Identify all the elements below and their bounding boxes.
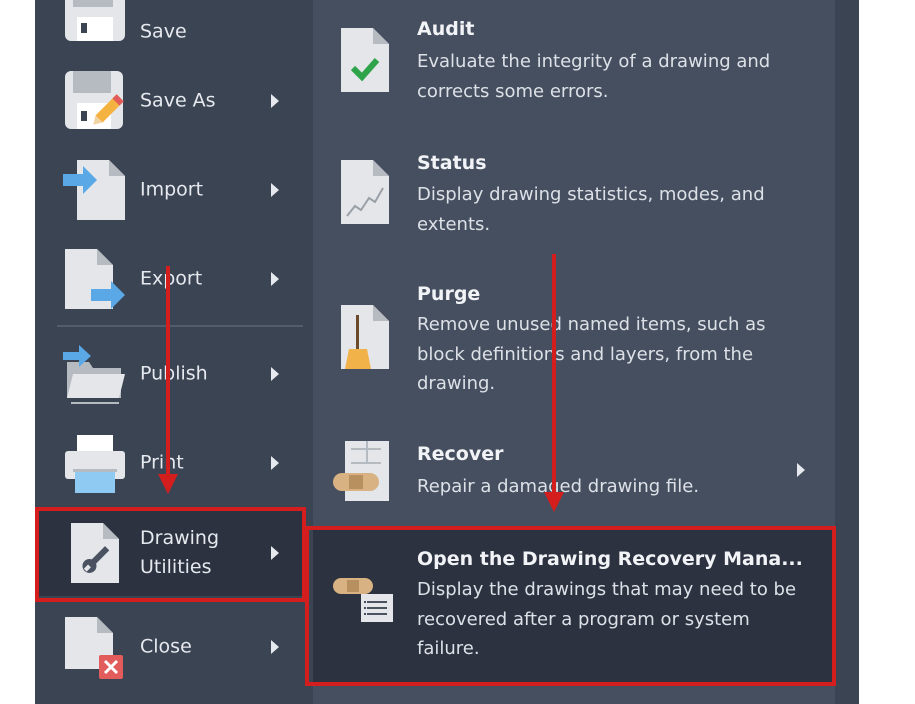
submenu-item-description: Display the drawings that may need to be… <box>417 579 797 659</box>
submenu-item-description: Remove unused named items, such as block… <box>417 314 766 394</box>
menu-item-close[interactable]: Close <box>35 604 305 690</box>
application-menu-left-panel: Save Save As Import Export Publish Print… <box>35 0 305 704</box>
menu-item-drawing-utilities[interactable]: Drawing Utilities <box>35 510 305 596</box>
import-document-icon <box>63 160 125 220</box>
submenu-item-title: Audit <box>417 18 475 40</box>
export-document-icon <box>65 249 125 309</box>
submenu-item-purge[interactable]: Purge Remove unused named items, such as… <box>313 275 835 415</box>
annotation-arrow-line <box>166 266 170 476</box>
submenu-item-drawing-recovery-manager[interactable]: Open the Drawing Recovery Mana... Displa… <box>313 530 835 682</box>
menu-item-label: Save <box>140 20 187 43</box>
purge-broom-icon <box>341 305 389 369</box>
submenu-item-description: Display drawing statistics, modes, and e… <box>417 184 765 235</box>
submenu-arrow-icon <box>271 94 279 108</box>
menu-item-import[interactable]: Import <box>35 147 305 233</box>
submenu-arrow-icon <box>271 183 279 197</box>
close-document-icon <box>65 617 123 679</box>
menu-item-label: Save As <box>140 89 216 112</box>
menu-item-label: Export <box>140 267 203 290</box>
menu-item-save-as[interactable]: Save As <box>35 58 305 144</box>
submenu-item-title: Purge <box>417 283 481 305</box>
submenu-item-title: Open the Drawing Recovery Mana... <box>417 548 803 570</box>
submenu-item-status[interactable]: Status Display drawing statistics, modes… <box>313 140 835 265</box>
menu-separator <box>57 325 303 327</box>
menu-item-label: Close <box>140 635 192 658</box>
recovery-manager-icon <box>333 578 393 622</box>
menu-item-label: Publish <box>140 362 208 385</box>
drawing-utilities-submenu: Audit Evaluate the integrity of a drawin… <box>313 0 835 704</box>
save-disk-icon <box>65 0 125 41</box>
submenu-arrow-icon <box>271 367 279 381</box>
submenu-item-description: Repair a damaged drawing file. <box>417 476 700 497</box>
submenu-arrow-icon <box>271 546 279 560</box>
submenu-item-description: Evaluate the integrity of a drawing and … <box>417 51 771 102</box>
submenu-item-recover[interactable]: Recover Repair a damaged drawing file. <box>313 425 835 515</box>
submenu-arrow-icon <box>271 640 279 654</box>
submenu-item-title: Recover <box>417 443 504 465</box>
audit-check-icon <box>341 28 389 92</box>
submenu-arrow-icon <box>271 272 279 286</box>
submenu-item-title: Status <box>417 152 487 174</box>
printer-icon <box>65 435 125 493</box>
wrench-document-icon <box>71 523 119 583</box>
submenu-arrow-icon <box>797 463 805 477</box>
menu-item-publish[interactable]: Publish <box>35 331 305 417</box>
annotation-arrow-down-icon <box>158 474 178 494</box>
annotation-arrow-down-icon <box>544 492 564 512</box>
submenu-arrow-icon <box>271 456 279 470</box>
annotation-arrow-line <box>552 254 556 494</box>
menu-item-export[interactable]: Export <box>35 236 305 322</box>
recover-bandage-icon <box>333 441 389 501</box>
menu-item-save[interactable]: Save <box>35 0 305 56</box>
publish-folder-icon <box>63 345 125 404</box>
status-chart-icon <box>341 160 389 224</box>
menu-item-label: Import <box>140 178 204 201</box>
submenu-item-audit[interactable]: Audit Evaluate the integrity of a drawin… <box>313 0 835 125</box>
menu-item-label: Drawing Utilities <box>140 527 220 578</box>
save-as-disk-pencil-icon <box>65 71 124 129</box>
